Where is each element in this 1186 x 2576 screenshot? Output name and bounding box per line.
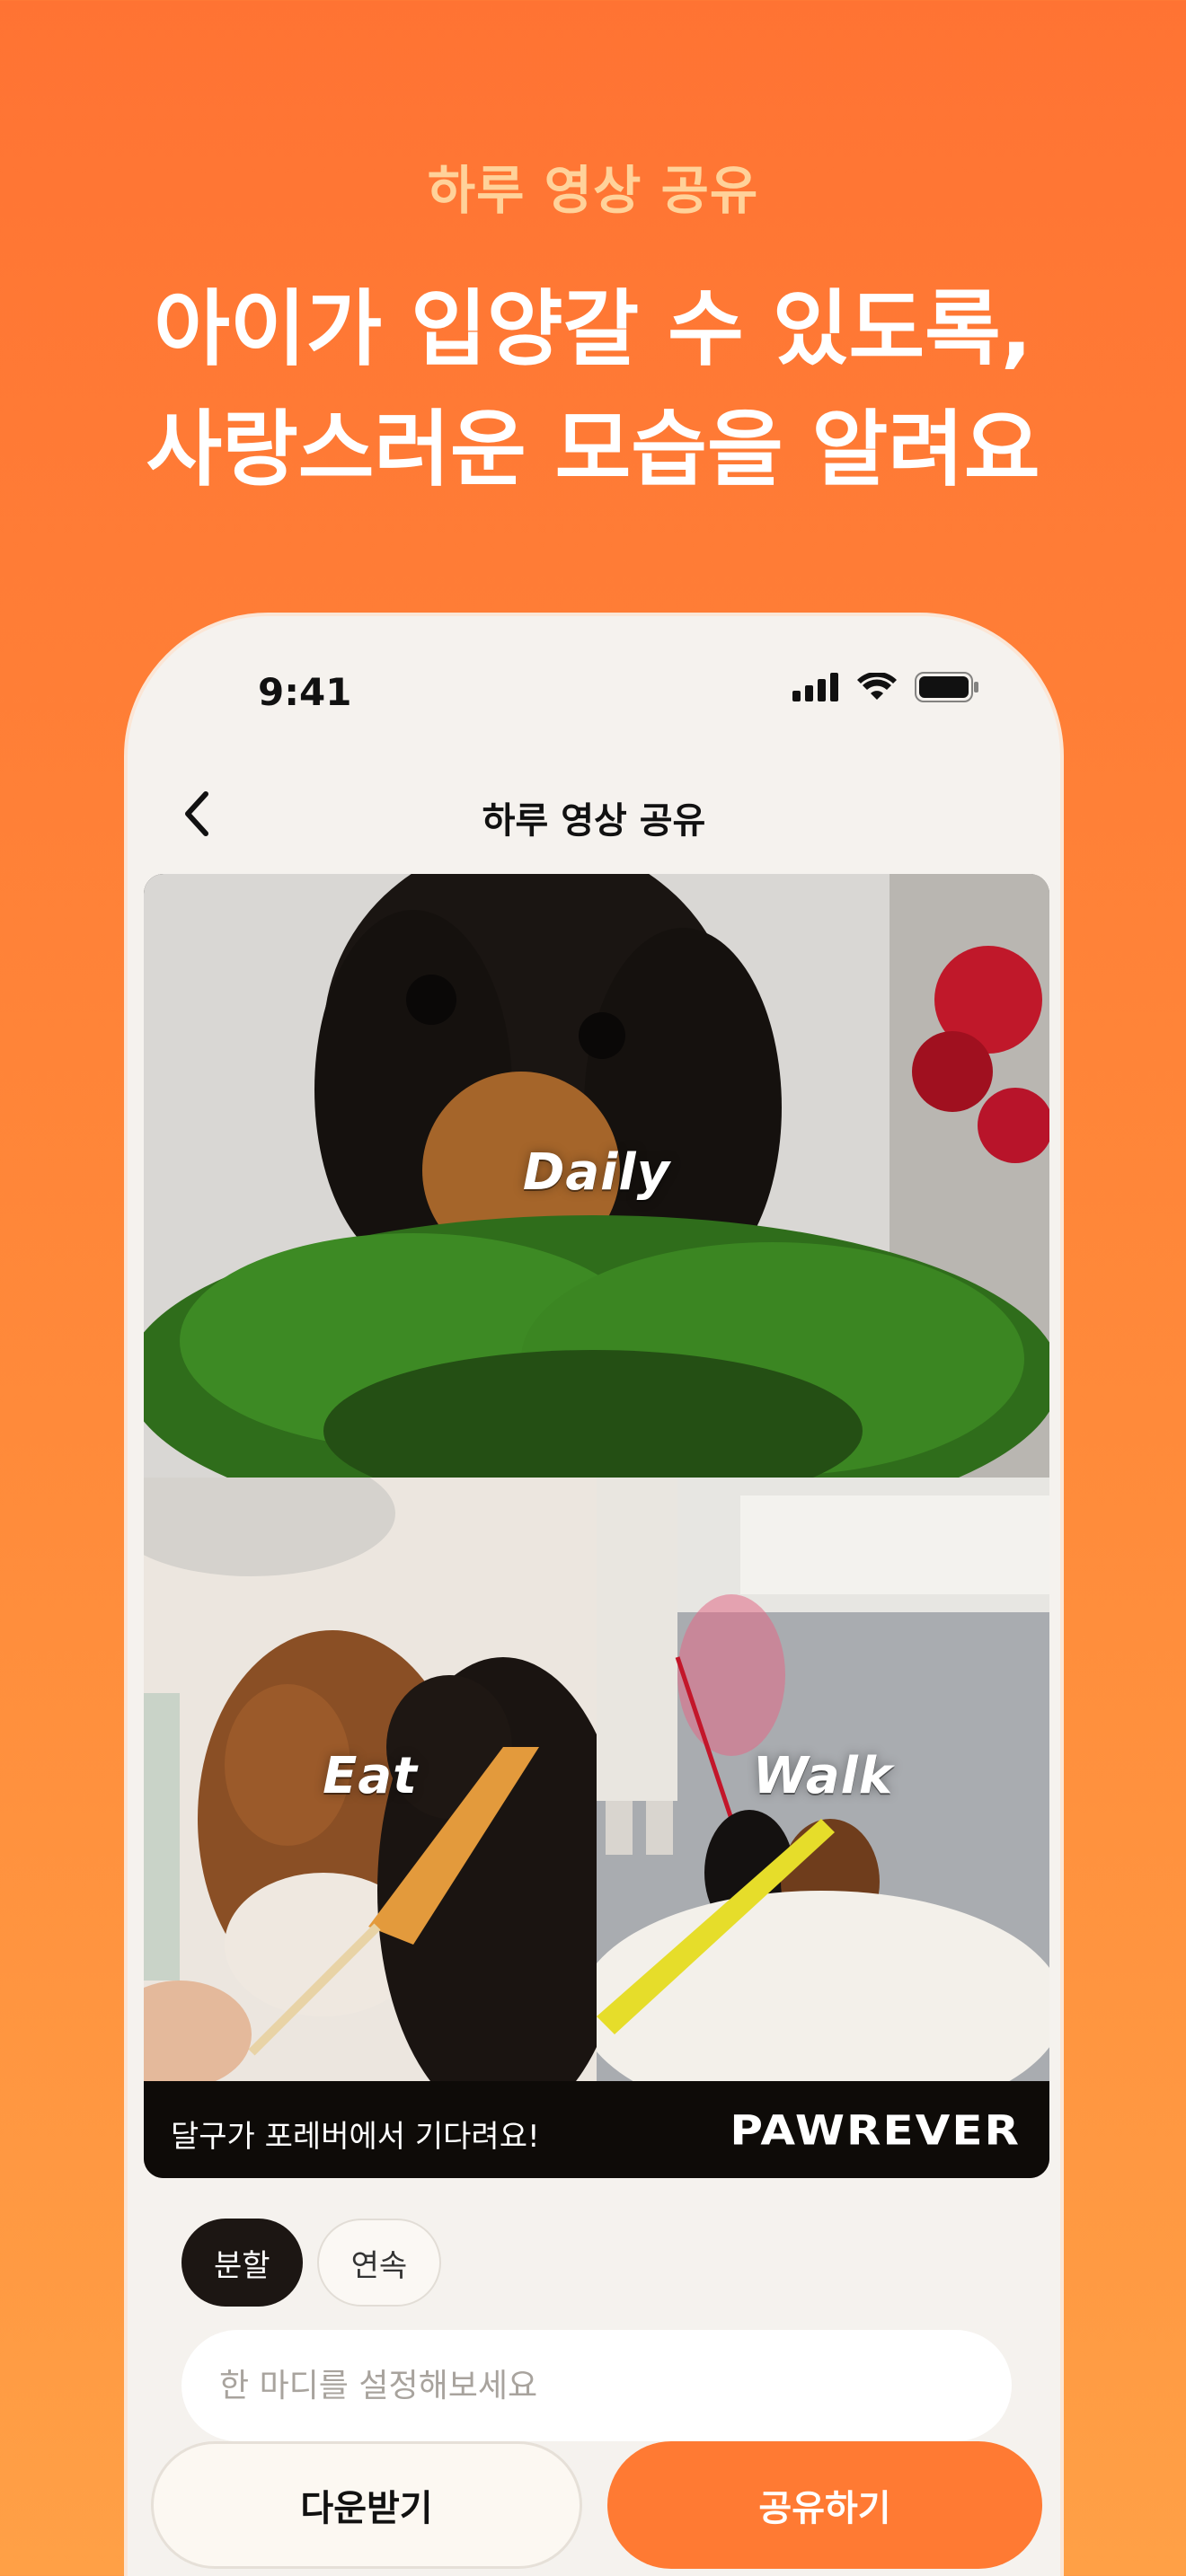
mode-split-chip[interactable]: 분할 bbox=[181, 2219, 303, 2307]
tile-label-eat: Eat bbox=[323, 1747, 418, 1805]
tile-label-walk: Walk bbox=[752, 1747, 894, 1805]
battery-icon bbox=[915, 672, 978, 702]
message-input[interactable] bbox=[181, 2330, 1012, 2441]
tile-eat: Eat bbox=[144, 1478, 597, 2081]
cellular-signal-icon bbox=[792, 673, 838, 701]
video-caption-bar: 달구가 포레버에서 기다려요! PAWREVER bbox=[144, 2081, 1049, 2178]
page-title: 하루 영상 공유 bbox=[482, 800, 706, 842]
hero-title-line-1: 아이가 입양갈 수 있도록, bbox=[154, 281, 1032, 377]
hero-eyebrow: 하루 영상 공유 bbox=[427, 160, 759, 221]
phone-mockup: 9:41 하루 영상 공유 Daily Eat Walk 달구가 포레버에서 기… bbox=[124, 613, 1064, 2576]
nav-bar: 하루 영상 공유 bbox=[128, 764, 1060, 863]
status-icons bbox=[792, 672, 979, 702]
share-button[interactable]: 공유하기 bbox=[607, 2441, 1042, 2569]
tile-daily: Daily bbox=[144, 874, 1049, 1478]
wifi-icon bbox=[857, 673, 897, 700]
mode-continuous-chip[interactable]: 연속 bbox=[316, 2219, 442, 2307]
video-preview[interactable]: Daily Eat Walk 달구가 포레버에서 기다려요! PAWREVER bbox=[144, 874, 1049, 2178]
download-button[interactable]: 다운받기 bbox=[151, 2441, 582, 2569]
video-caption: 달구가 포레버에서 기다려요! bbox=[171, 2119, 540, 2155]
tile-label-daily: Daily bbox=[522, 1143, 671, 1202]
tile-walk: Walk bbox=[597, 1478, 1049, 2081]
status-bar: 9:41 bbox=[128, 616, 1060, 760]
hero-title-line-2: 사랑스러운 모습을 알려요 bbox=[146, 401, 1040, 498]
pawrever-logo: PAWREVER bbox=[730, 2106, 1021, 2155]
hero-title: 아이가 입양갈 수 있도록, 사랑스러운 모습을 알려요 bbox=[0, 269, 1186, 510]
layout-mode-toggle: 분할 연속 bbox=[181, 2219, 442, 2307]
status-time: 9:41 bbox=[258, 670, 352, 714]
